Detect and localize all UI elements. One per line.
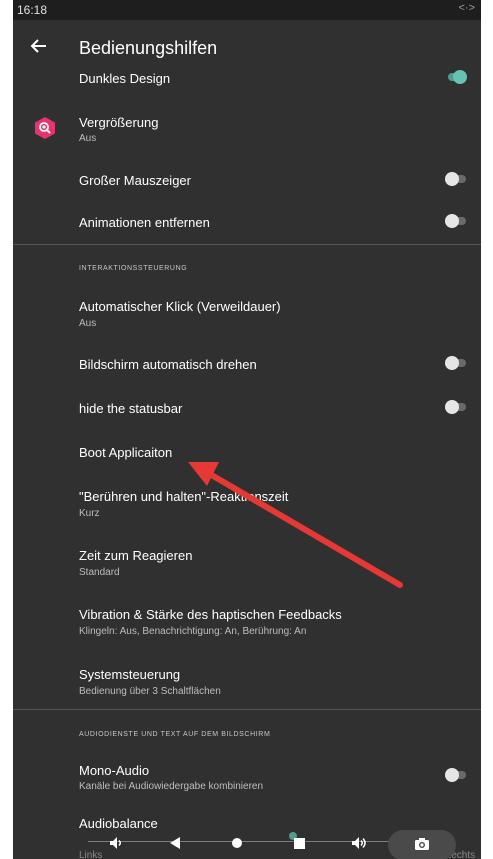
arrow-left-icon[interactable] [29, 36, 49, 56]
setting-label: Bildschirm automatisch drehen [79, 357, 257, 372]
toggle-thumb [445, 768, 459, 782]
page-title: Bedienungshilfen [79, 38, 218, 58]
status-bar: 16:18 <·> [13, 0, 481, 20]
setting-summary: Kurz [79, 508, 100, 519]
setting-system-navigation[interactable]: Systemsteuerung Bedienung über 3 Schaltf… [13, 658, 481, 708]
toggle-thumb [445, 356, 459, 370]
app-bar: Bedienungshilfen [13, 20, 481, 62]
volume-up-icon[interactable] [350, 835, 368, 851]
setting-vibration[interactable]: Vibration & Stärke des haptischen Feedba… [13, 598, 481, 648]
setting-magnification[interactable]: Vergrößerung Aus [13, 106, 481, 156]
setting-summary: Aus [79, 318, 97, 329]
setting-label: Boot Applicaiton [79, 445, 173, 460]
section-header-audio: AUDIODIENSTE UND TEXT AUF DEM BILDSCHIRM [79, 731, 271, 738]
setting-time-to-react[interactable]: Zeit zum Reagieren Standard [13, 540, 481, 590]
screenshot-button[interactable] [388, 830, 456, 859]
setting-hide-statusbar[interactable]: hide the statusbar [13, 394, 481, 422]
setting-summary: Aus [79, 133, 97, 144]
auto-rotate-toggle[interactable] [445, 356, 467, 370]
setting-label: hide the statusbar [79, 401, 183, 416]
setting-label: Mono-Audio [79, 763, 150, 778]
home-circle-icon[interactable] [231, 837, 243, 849]
dark-design-toggle[interactable] [445, 70, 467, 84]
status-time: 16:18 [17, 3, 48, 17]
setting-remove-animations[interactable]: Animationen entfernen [13, 208, 481, 236]
toggle-thumb [445, 400, 459, 414]
hide-statusbar-toggle[interactable] [445, 400, 467, 414]
floating-nav-bar [88, 828, 481, 859]
mono-audio-toggle[interactable] [445, 768, 467, 782]
setting-label: Vergrößerung [79, 115, 159, 130]
recents-square-icon[interactable] [288, 830, 308, 852]
setting-mono-audio[interactable]: Mono-Audio Kanäle bei Audiowiedergabe ko… [13, 756, 481, 798]
setting-label: Animationen entfernen [79, 215, 210, 230]
toggle-thumb [445, 214, 459, 228]
setting-large-pointer[interactable]: Großer Mauszeiger [13, 166, 481, 194]
section-header-interaction: INTERAKTIONSSTEUERUNG [79, 265, 188, 272]
status-expand-icon: <·> [458, 2, 475, 14]
setting-summary: Standard [79, 567, 120, 578]
toggle-thumb [453, 70, 467, 84]
setting-boot-application[interactable]: Boot Applicaiton [13, 438, 481, 466]
setting-label: Zeit zum Reagieren [79, 548, 193, 563]
section-divider [13, 709, 481, 710]
section-divider [13, 244, 481, 245]
setting-summary: Kanäle bei Audiowiedergabe kombinieren [79, 781, 264, 792]
screen: Dunkles Design Vergrößerung Aus Großer M… [13, 0, 481, 859]
back-triangle-icon[interactable] [168, 835, 182, 851]
screenshot-camera-icon [415, 838, 429, 850]
setting-summary: Bedienung über 3 Schaltflächen [79, 686, 221, 697]
setting-summary: Klingeln: Aus, Benachrichtigung: An, Ber… [79, 626, 307, 637]
setting-label: Dunkles Design [79, 71, 171, 86]
magnify-icon [35, 117, 55, 139]
setting-touch-hold-delay[interactable]: "Berühren und halten"-Reaktionszeit Kurz [13, 480, 481, 530]
setting-label: Automatischer Klick (Verweildauer) [79, 299, 281, 314]
volume-down-icon[interactable] [108, 835, 124, 851]
setting-auto-rotate[interactable]: Bildschirm automatisch drehen [13, 350, 481, 378]
setting-label: Großer Mauszeiger [79, 173, 191, 188]
remove-animations-toggle[interactable] [445, 214, 467, 228]
setting-dark-design[interactable]: Dunkles Design [13, 62, 481, 90]
large-pointer-toggle[interactable] [445, 172, 467, 186]
setting-label: "Berühren und halten"-Reaktionszeit [79, 489, 289, 504]
setting-label: Vibration & Stärke des haptischen Feedba… [79, 607, 342, 622]
setting-label: Systemsteuerung [79, 667, 181, 682]
setting-auto-click[interactable]: Automatischer Klick (Verweildauer) Aus [13, 290, 481, 340]
toggle-thumb [445, 172, 459, 186]
